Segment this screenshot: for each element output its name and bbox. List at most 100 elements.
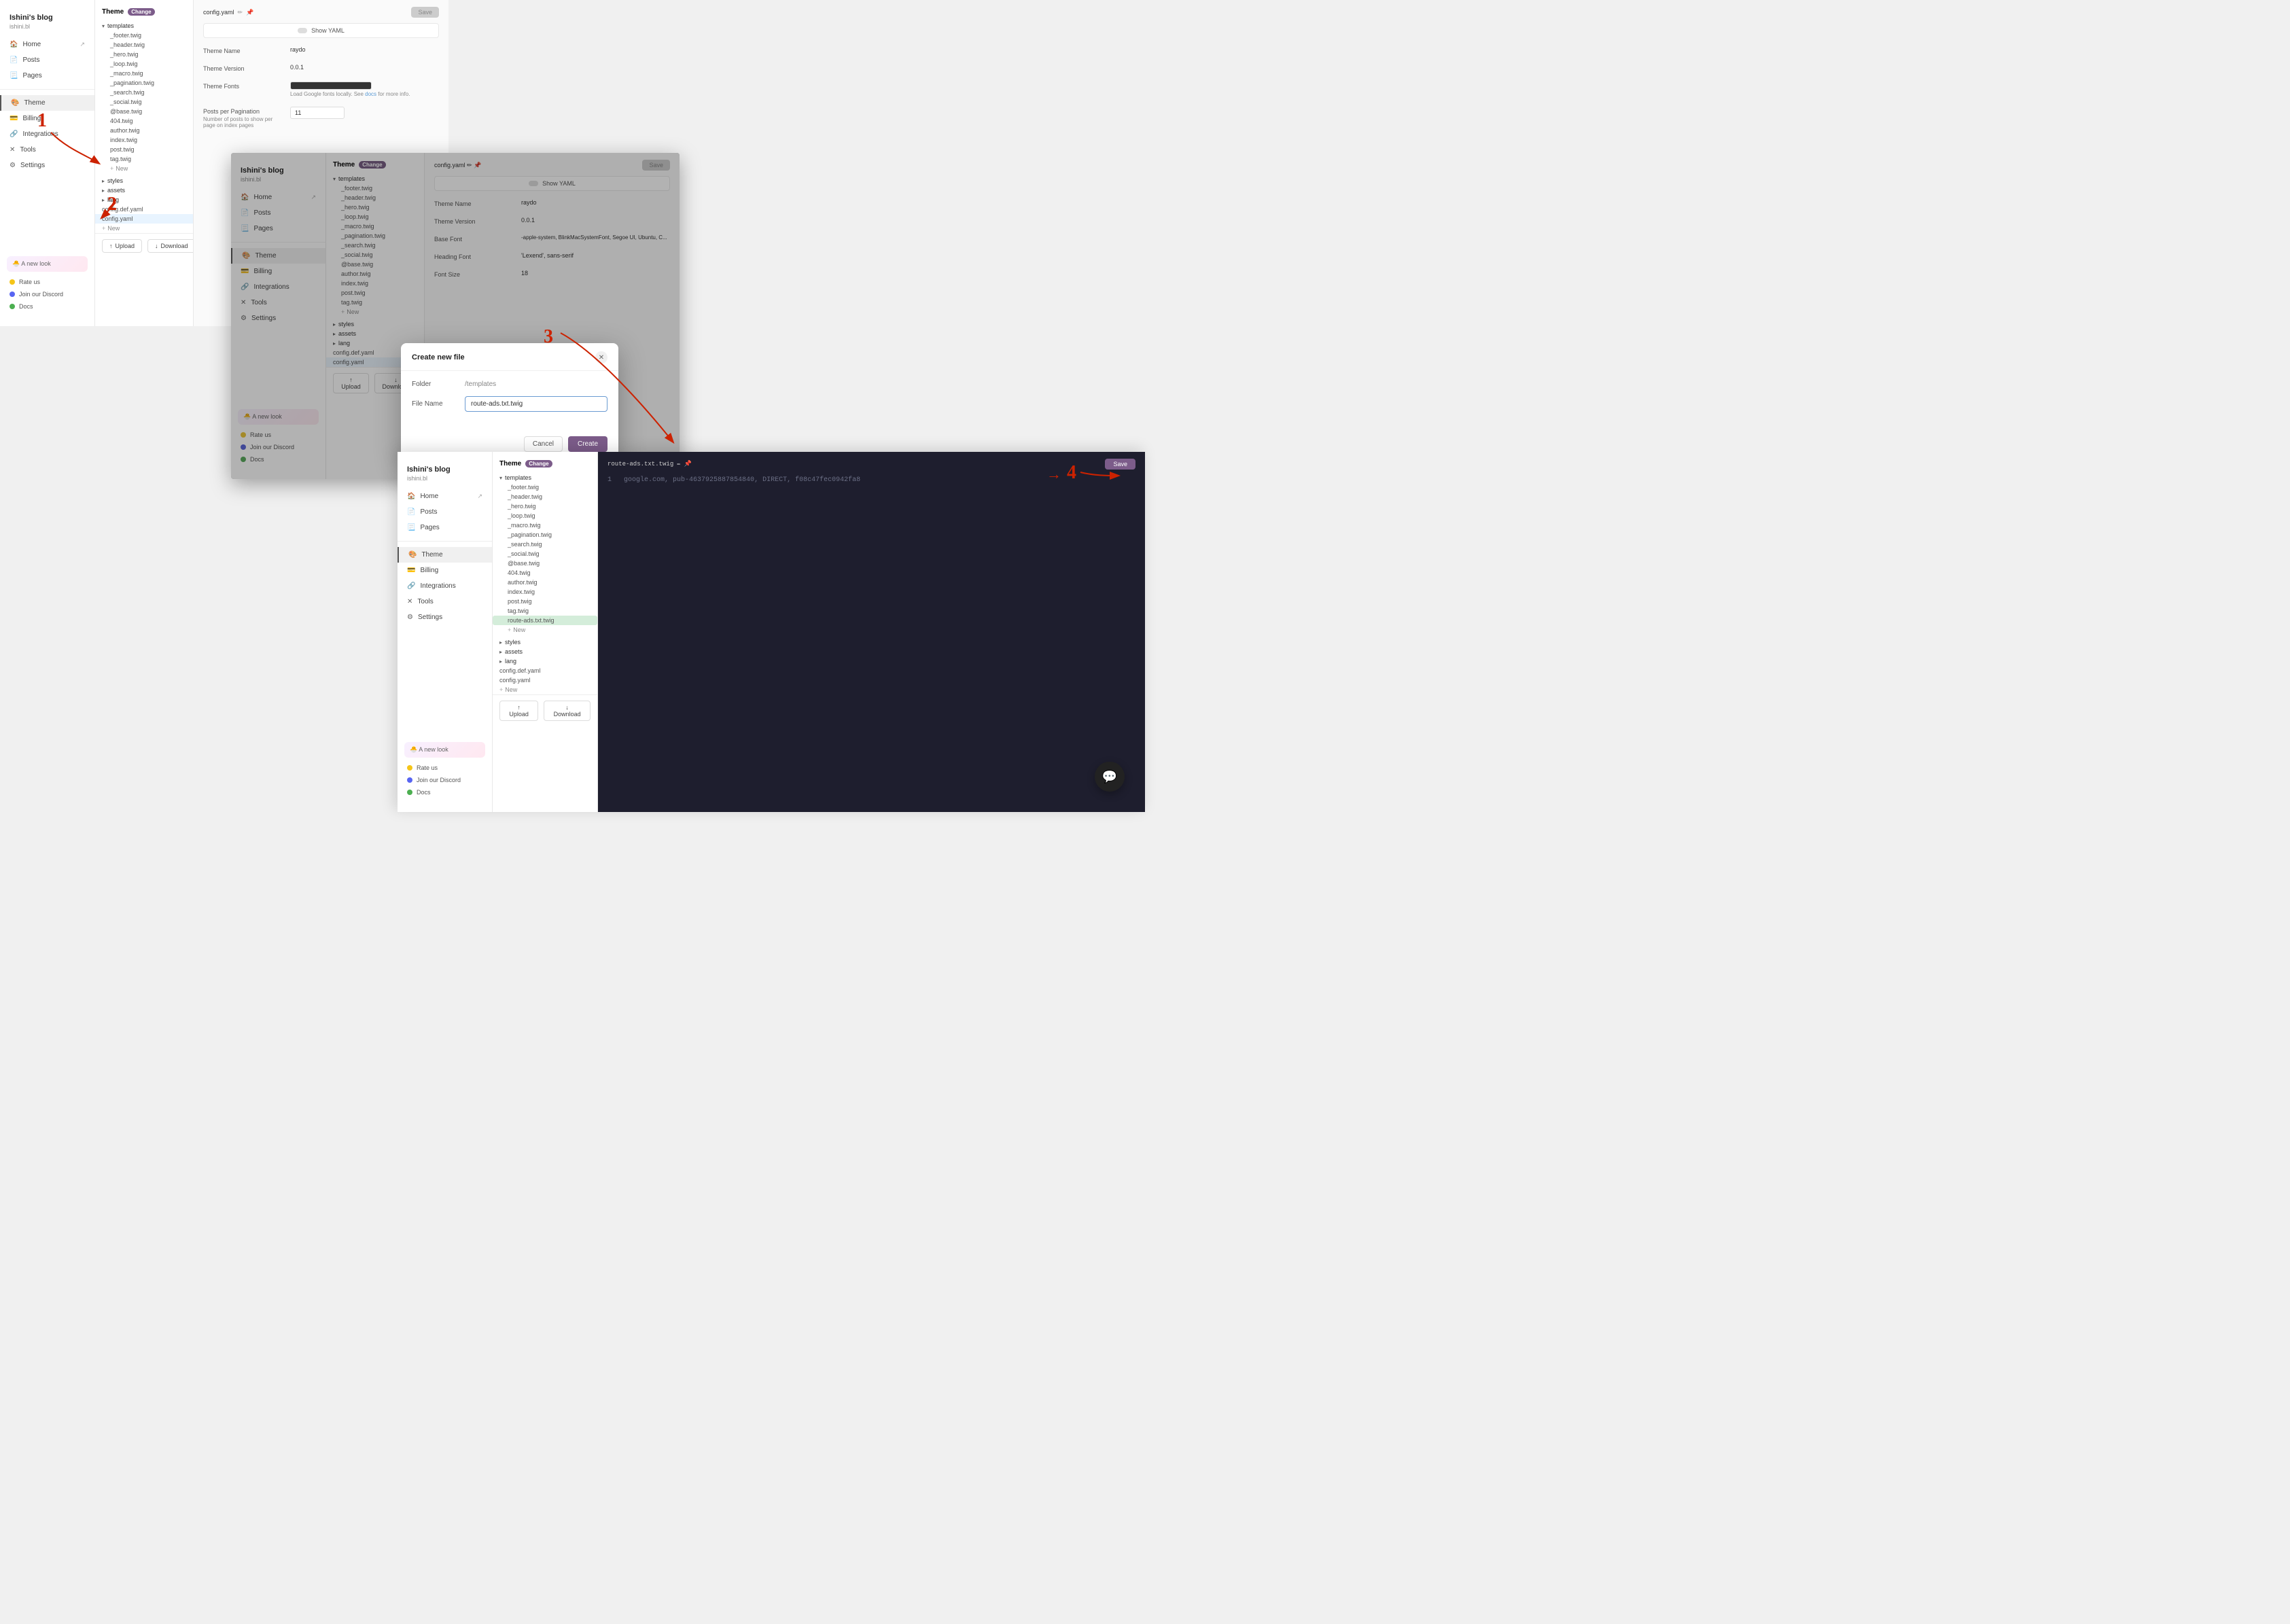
config-yaml[interactable]: config.yaml xyxy=(95,214,193,224)
bt-pagination[interactable]: _pagination.twig xyxy=(493,530,597,540)
sidebar-item-pages-label: Pages xyxy=(22,72,41,80)
bt-lang[interactable]: lang xyxy=(493,656,597,666)
dialog-close-button[interactable]: ✕ xyxy=(595,351,607,364)
index-twig[interactable]: index.twig xyxy=(95,135,193,145)
docs-item[interactable]: Docs xyxy=(0,300,94,313)
promo-banner[interactable]: 🐣 A new look xyxy=(7,256,88,272)
footer-twig[interactable]: _footer.twig xyxy=(95,31,193,40)
mid-integrations: 🔗Integrations xyxy=(231,279,325,295)
templates-folder[interactable]: templates xyxy=(95,21,193,31)
bt-config-def[interactable]: config.def.yaml xyxy=(493,666,597,675)
posts-per-page-label: Posts per Pagination xyxy=(203,107,285,115)
bottom-discord[interactable]: Join our Discord xyxy=(398,774,492,786)
show-yaml-toggle[interactable]: Show YAML xyxy=(203,23,439,38)
cancel-button[interactable]: Cancel xyxy=(524,436,563,452)
bt-macro[interactable]: _macro.twig xyxy=(493,520,597,530)
upload-icon: ↑ xyxy=(109,243,113,249)
bt-social[interactable]: _social.twig xyxy=(493,549,597,559)
social-twig[interactable]: _social.twig xyxy=(95,97,193,107)
loop-twig[interactable]: _loop.twig xyxy=(95,59,193,69)
change-badge[interactable]: Change xyxy=(128,8,154,16)
bottom-settings[interactable]: ⚙Settings xyxy=(398,610,492,625)
edit-icon[interactable]: ✏ xyxy=(238,9,243,16)
docs-link[interactable]: docs xyxy=(365,91,376,97)
bt-route-ads[interactable]: route-ads.txt.twig xyxy=(493,616,597,625)
post-twig[interactable]: post.twig xyxy=(95,145,193,154)
editor-save-button[interactable]: Save xyxy=(1105,459,1135,470)
author-twig[interactable]: author.twig xyxy=(95,126,193,135)
bt-loop[interactable]: _loop.twig xyxy=(493,511,597,520)
bt-assets[interactable]: assets xyxy=(493,647,597,656)
editor-file-label: route-ads.txt.twig xyxy=(607,459,673,469)
bottom-integrations[interactable]: 🔗Integrations xyxy=(398,578,492,594)
base-twig[interactable]: @base.twig xyxy=(95,107,193,116)
theme-fonts-input[interactable] xyxy=(290,82,372,90)
bt-new-2[interactable]: New xyxy=(493,685,597,694)
sidebar-item-settings-label: Settings xyxy=(20,162,45,169)
create-button[interactable]: Create xyxy=(568,436,607,452)
macro-twig[interactable]: _macro.twig xyxy=(95,69,193,78)
bottom-billing[interactable]: 💳Billing xyxy=(398,563,492,578)
bt-upload-btn[interactable]: ↑ Upload xyxy=(499,701,538,721)
pagination-twig[interactable]: _pagination.twig xyxy=(95,78,193,88)
chat-bubble-button[interactable]: 💬 xyxy=(1095,762,1125,792)
bottom-tools[interactable]: ✕Tools xyxy=(398,594,492,610)
editor-pin-icon[interactable]: 📌 xyxy=(684,459,692,469)
bottom-posts[interactable]: 📄Posts xyxy=(398,504,492,520)
sidebar-item-home[interactable]: 🏠 Home ↗ xyxy=(0,37,94,52)
styles-folder[interactable]: styles xyxy=(95,176,193,186)
search-twig[interactable]: _search.twig xyxy=(95,88,193,97)
bt-base[interactable]: @base.twig xyxy=(493,559,597,568)
bt-footer[interactable]: _footer.twig xyxy=(493,482,597,492)
code-editor[interactable]: route-ads.txt.twig ✏ 📌 Save 1 google.com… xyxy=(598,452,1145,812)
sidebar: Ishini's blog ishini.bl 🏠 Home ↗ 📄 Posts… xyxy=(0,0,95,326)
hero-twig[interactable]: _hero.twig xyxy=(95,50,193,59)
upload-button[interactable]: ↑ Upload xyxy=(102,239,142,253)
sidebar-item-pages[interactable]: 📃 Pages xyxy=(0,68,94,84)
bottom-rate[interactable]: Rate us xyxy=(398,762,492,774)
bt-config-yaml[interactable]: config.yaml xyxy=(493,675,597,685)
sidebar-item-posts[interactable]: 📄 Posts xyxy=(0,52,94,68)
tag-twig[interactable]: tag.twig xyxy=(95,154,193,164)
bottom-theme[interactable]: 🎨Theme xyxy=(398,547,492,563)
bt-search[interactable]: _search.twig xyxy=(493,540,597,549)
lang-folder[interactable]: lang xyxy=(95,195,193,205)
rate-us-label: Rate us xyxy=(19,279,40,285)
new-file-button[interactable]: New xyxy=(95,164,193,173)
bt-download-btn[interactable]: ↓ Download xyxy=(544,701,591,721)
sidebar-item-integrations[interactable]: 🔗 Integrations xyxy=(0,126,94,142)
bt-404[interactable]: 404.twig xyxy=(493,568,597,578)
star-icon xyxy=(10,279,15,285)
bt-post[interactable]: post.twig xyxy=(493,597,597,606)
bt-author[interactable]: author.twig xyxy=(493,578,597,587)
sidebar-item-theme[interactable]: 🎨 Theme xyxy=(0,95,94,111)
bt-hero[interactable]: _hero.twig xyxy=(493,501,597,511)
bottom-promo[interactable]: 🐣 A new look xyxy=(404,742,485,758)
posts-per-page-input[interactable] xyxy=(290,107,345,119)
sidebar-item-tools[interactable]: ✕ Tools xyxy=(0,142,94,158)
bt-index[interactable]: index.twig xyxy=(493,587,597,597)
bottom-pages[interactable]: 📃Pages xyxy=(398,520,492,535)
pin-icon[interactable]: 📌 xyxy=(246,9,253,16)
filename-input[interactable] xyxy=(465,396,607,412)
header-twig[interactable]: _header.twig xyxy=(95,40,193,50)
sidebar-item-settings[interactable]: ⚙ Settings xyxy=(0,158,94,173)
bt-header[interactable]: _header.twig xyxy=(493,492,597,501)
rate-us-item[interactable]: Rate us xyxy=(0,276,94,288)
new-file-btn-2[interactable]: New xyxy=(95,224,193,233)
bottom-sidebar: Ishini's blog ishini.bl 🏠Home ↗ 📄Posts 📃… xyxy=(398,452,493,812)
download-button[interactable]: ↓ Download xyxy=(147,239,194,253)
discord-item[interactable]: Join our Discord xyxy=(0,288,94,300)
bottom-templates-folder[interactable]: templates xyxy=(493,473,597,482)
config-def-yaml[interactable]: config.def.yaml xyxy=(95,205,193,214)
bt-new[interactable]: New xyxy=(493,625,597,635)
bottom-docs[interactable]: Docs xyxy=(398,786,492,798)
editor-edit-icon[interactable]: ✏ xyxy=(677,459,680,469)
sidebar-item-billing[interactable]: 💳 Billing xyxy=(0,111,94,126)
assets-folder[interactable]: assets xyxy=(95,186,193,195)
bt-styles[interactable]: styles xyxy=(493,637,597,647)
bottom-home[interactable]: 🏠Home ↗ xyxy=(398,489,492,504)
posts-icon: 📄 xyxy=(10,56,18,64)
404-twig[interactable]: 404.twig xyxy=(95,116,193,126)
bt-tag[interactable]: tag.twig xyxy=(493,606,597,616)
